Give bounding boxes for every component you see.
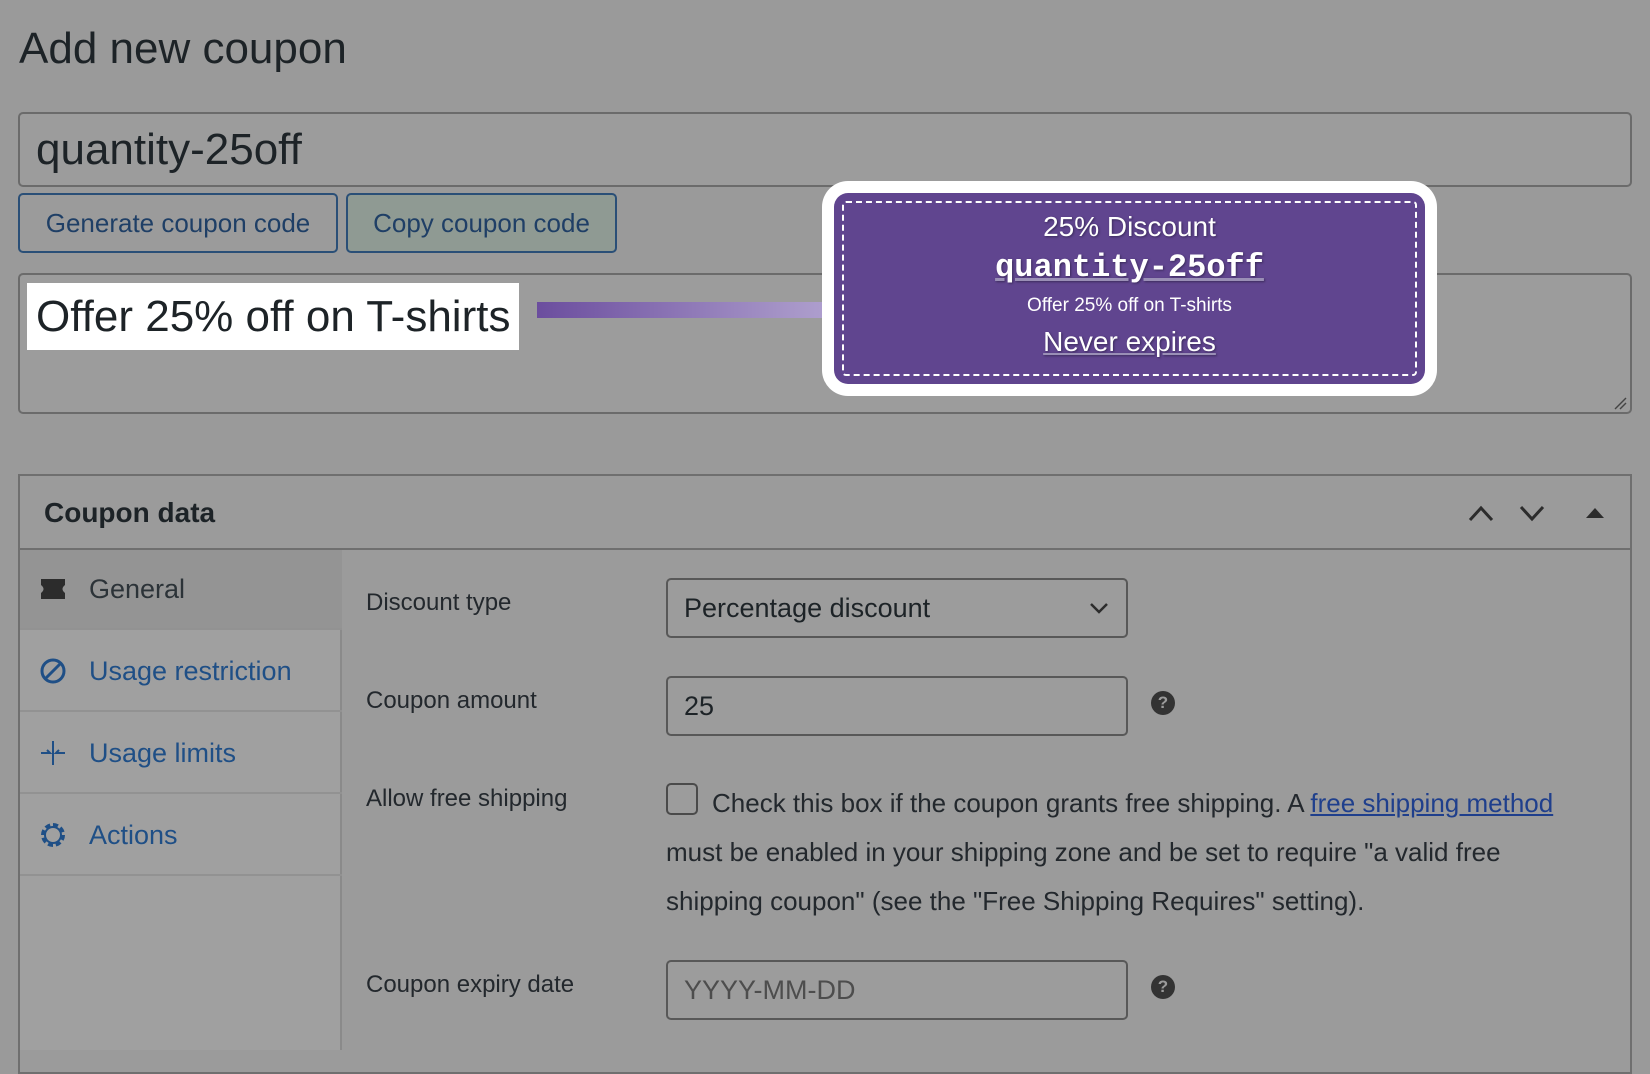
discount-type-select[interactable]: Percentage discount [666, 578, 1128, 638]
discount-type-label: Discount type [366, 589, 512, 616]
expiry-date-label: Coupon expiry date [366, 971, 575, 998]
coupon-amount-label: Coupon amount [366, 687, 537, 714]
restriction-icon [40, 658, 66, 684]
coupon-preview-code: quantity-25off [995, 249, 1264, 286]
move-down-icon[interactable] [1515, 498, 1549, 528]
tab-actions[interactable]: Actions [20, 796, 342, 876]
coupon-preview-amount: 25% Discount [1043, 211, 1216, 242]
limits-icon [41, 741, 65, 765]
coupon-preview-description: Offer 25% off on T-shirts [1027, 295, 1232, 316]
tab-usage-limits-label: Usage limits [89, 738, 237, 768]
coupon-description-text: Offer 25% off on T-shirts [27, 283, 520, 350]
tab-usage-restriction-label: Usage restriction [89, 656, 292, 686]
free-shipping-method-link[interactable]: free shipping method [1310, 788, 1553, 818]
coupon-preview-expiry: Never expires [1043, 326, 1216, 357]
free-shipping-label: Allow free shipping [366, 785, 568, 812]
ticket-icon [41, 579, 65, 599]
coupon-code-input[interactable]: quantity-25off [18, 112, 1632, 187]
tab-general-label: General [89, 574, 186, 604]
coupon-data-title: Coupon data [44, 497, 216, 528]
tab-usage-restriction[interactable]: Usage restriction [20, 632, 342, 712]
coupon-data-header [18, 474, 1632, 550]
expiry-date-input[interactable]: YYYY-MM-DD [666, 960, 1128, 1020]
page-title: Add new coupon [19, 24, 347, 73]
chevron-down-icon [1090, 603, 1108, 614]
discount-type-value: Percentage discount [684, 593, 931, 623]
coupon-data-tabs: General Usage restriction Usage limits A… [20, 550, 342, 1050]
collapse-toggle-icon[interactable] [1578, 498, 1612, 528]
coupon-preview-card: 25% Discount quantity-25off Offer 25% of… [822, 181, 1437, 396]
tab-actions-label: Actions [89, 820, 178, 850]
move-up-icon[interactable] [1464, 498, 1498, 528]
resize-grip-icon[interactable] [1613, 396, 1627, 410]
generate-coupon-code-button[interactable]: Generate coupon code [18, 193, 338, 253]
free-shipping-description: Check this box if the coupon grants free… [666, 788, 1554, 916]
copy-coupon-code-button[interactable]: Copy coupon code [346, 193, 617, 253]
help-icon[interactable]: ? [1151, 975, 1175, 999]
gear-icon [41, 823, 65, 847]
tab-usage-limits[interactable]: Usage limits [20, 714, 342, 794]
tab-general[interactable]: General [20, 550, 342, 630]
coupon-amount-input[interactable]: 25 [666, 676, 1128, 736]
help-icon[interactable]: ? [1151, 691, 1175, 715]
